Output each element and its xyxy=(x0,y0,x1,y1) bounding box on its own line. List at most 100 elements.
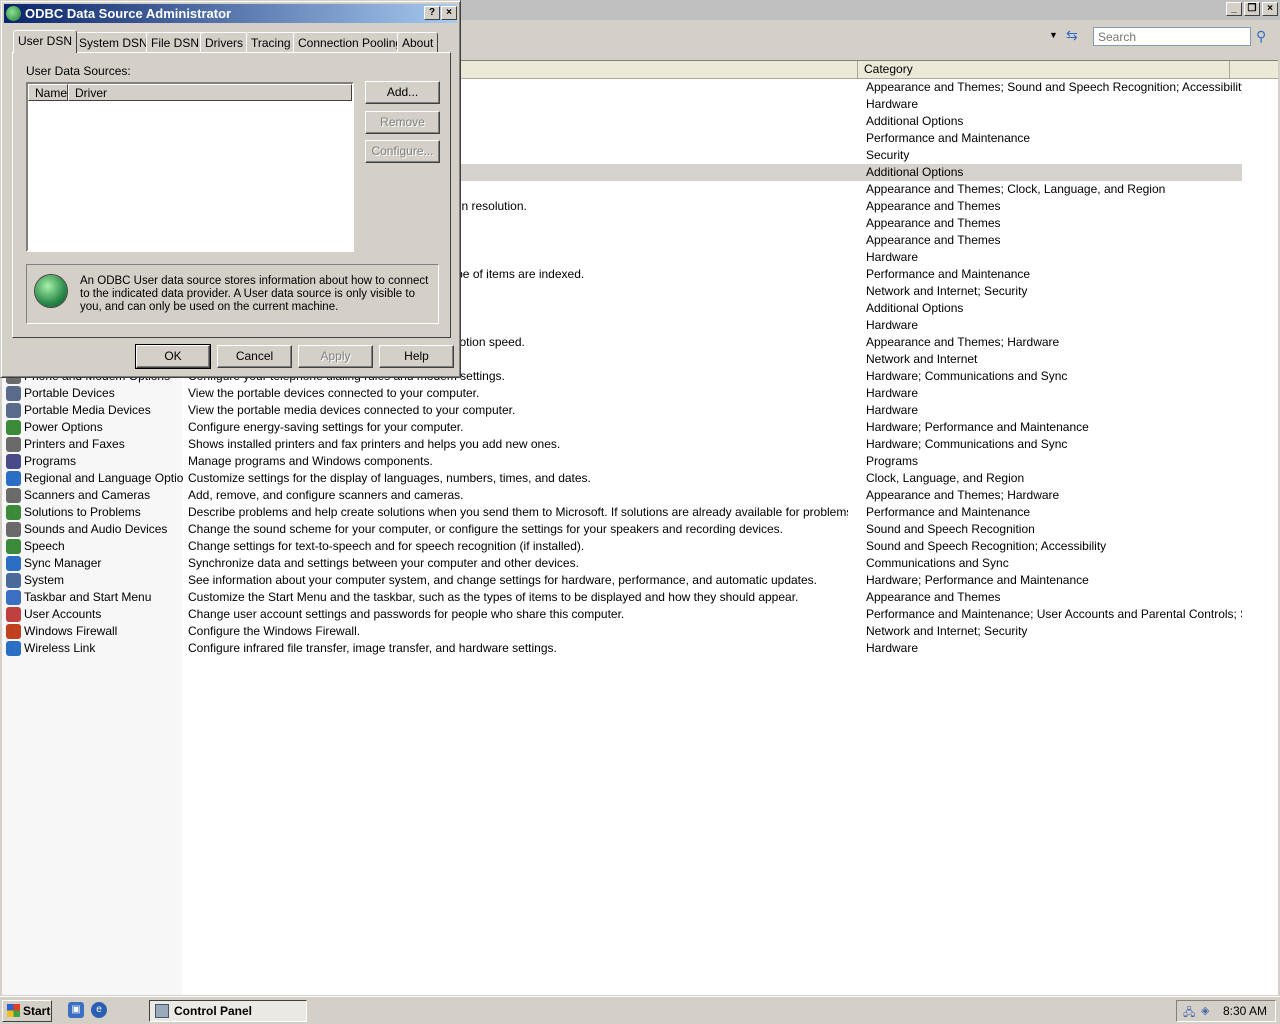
configure-button[interactable]: Configure... xyxy=(365,140,440,163)
odbc-globe-icon xyxy=(6,6,21,21)
help-button[interactable]: Help xyxy=(379,345,454,368)
ok-button[interactable]: OK xyxy=(135,344,211,369)
row-description: Synchronize data and settings between yo… xyxy=(188,556,579,570)
row-category: Hardware xyxy=(866,641,919,655)
row-name: Programs xyxy=(24,454,77,468)
row-name: Windows Firewall xyxy=(24,624,118,638)
speaker-icon xyxy=(6,522,21,537)
table-row[interactable]: Solutions to Problems Describe problems a… xyxy=(2,504,1242,521)
solutions-icon xyxy=(6,505,21,520)
row-category: Hardware; Performance and Maintenance xyxy=(866,573,1089,587)
search-icon[interactable]: ⚲ xyxy=(1256,28,1274,46)
row-category: Additional Options xyxy=(866,165,964,179)
row-category: Additional Options xyxy=(866,114,964,128)
info-group: An ODBC User data source stores informat… xyxy=(26,264,439,324)
table-row[interactable]: User Accounts Change user account setting… xyxy=(2,606,1242,623)
remove-button[interactable]: Remove xyxy=(365,111,440,134)
row-name: Wireless Link xyxy=(24,641,96,655)
row-description: Change user account settings and passwor… xyxy=(188,607,625,621)
tab-user-dsn[interactable]: User DSN xyxy=(13,30,78,53)
show-desktop-icon[interactable]: ▣ xyxy=(68,1002,84,1018)
portable-device-icon xyxy=(6,386,21,401)
row-category: Sound and Speech Recognition xyxy=(866,522,1035,536)
security-tray-icon[interactable]: ◈ xyxy=(1201,1004,1216,1018)
row-category: Hardware xyxy=(866,97,919,111)
row-description: Manage programs and Windows components. xyxy=(188,454,433,468)
table-row[interactable]: Sounds and Audio Devices Change the sound… xyxy=(2,521,1242,538)
tab-system-dsn[interactable]: System DSN xyxy=(74,32,153,52)
search-input[interactable] xyxy=(1093,27,1251,46)
close-icon[interactable]: × xyxy=(1262,2,1278,16)
taskbar-item-control-panel[interactable]: Control Panel xyxy=(149,1000,307,1022)
table-row[interactable]: Programs Manage programs and Windows comp… xyxy=(2,453,1242,470)
users-icon xyxy=(6,607,21,622)
internet-explorer-icon[interactable]: e xyxy=(91,1002,107,1018)
column-header-driver[interactable]: Driver xyxy=(68,84,352,101)
system-tray: 🖧 ◈ 8:30 AM xyxy=(1176,1000,1276,1022)
row-category: Appearance and Themes xyxy=(866,233,1001,247)
apply-button[interactable]: Apply xyxy=(298,345,373,368)
taskbar: Start ▣ e Control Panel 🖧 ◈ 8:30 AM xyxy=(0,996,1280,1024)
row-description: View the portable devices connected to y… xyxy=(188,386,480,400)
row-description: View the portable media devices connecte… xyxy=(188,403,516,417)
windows-logo-icon xyxy=(7,1004,20,1017)
tab-file-dsn[interactable]: File DSN xyxy=(146,32,205,52)
sync-icon xyxy=(6,556,21,571)
table-row[interactable]: Taskbar and Start Menu Customize the Star… xyxy=(2,589,1242,606)
row-category: Performance and Maintenance xyxy=(866,505,1031,519)
chevron-down-icon[interactable]: ▼ xyxy=(1049,30,1058,40)
tab-tracing[interactable]: Tracing xyxy=(246,32,296,52)
tab-drivers[interactable]: Drivers xyxy=(200,32,248,52)
row-category: Hardware; Communications and Sync xyxy=(866,437,1068,451)
row-category: Performance and Maintenance; User Accoun… xyxy=(866,607,1242,621)
system-icon xyxy=(6,573,21,588)
network-tray-icon[interactable]: 🖧 xyxy=(1183,1004,1198,1019)
speech-icon xyxy=(6,539,21,554)
table-row[interactable]: Regional and Language Options Customize s… xyxy=(2,470,1242,487)
row-category: Appearance and Themes xyxy=(866,590,1001,604)
help-icon[interactable]: ? xyxy=(424,6,440,20)
row-category: Additional Options xyxy=(866,301,964,315)
table-row[interactable]: Portable Media Devices View the portable … xyxy=(2,402,1242,419)
row-description: Configure energy-saving settings for you… xyxy=(188,420,464,434)
row-description: Customize the Start Menu and the taskbar… xyxy=(188,590,799,604)
row-description: See information about your computer syst… xyxy=(188,573,818,587)
start-label: Start xyxy=(23,1004,51,1018)
row-category: Security xyxy=(866,148,910,162)
user-data-sources-list[interactable]: Name Driver xyxy=(26,82,354,252)
table-row[interactable]: Windows Firewall Configure the Windows Fi… xyxy=(2,623,1242,640)
table-row[interactable]: Scanners and Cameras Add, remove, and con… xyxy=(2,487,1242,504)
row-category: Programs xyxy=(866,454,919,468)
start-button[interactable]: Start xyxy=(2,1000,52,1022)
tab-connection-pooling[interactable]: Connection Pooling xyxy=(293,32,408,52)
table-row[interactable]: System See information about your compute… xyxy=(2,572,1242,589)
table-row[interactable]: Sync Manager Synchronize data and setting… xyxy=(2,555,1242,572)
row-category: Network and Internet; Security xyxy=(866,284,1028,298)
table-row[interactable]: Portable Devices View the portable device… xyxy=(2,385,1242,402)
row-category: Hardware; Communications and Sync xyxy=(866,369,1068,383)
table-row[interactable]: Speech Change settings for text-to-speech… xyxy=(2,538,1242,555)
refresh-icon[interactable]: ⇆ xyxy=(1066,27,1078,44)
row-category: Hardware xyxy=(866,250,919,264)
row-category: Hardware; Performance and Maintenance xyxy=(866,420,1089,434)
taskbar-icon xyxy=(6,590,21,605)
row-description: Configure the Windows Firewall. xyxy=(188,624,361,638)
table-row[interactable]: Printers and Faxes Shows installed printe… xyxy=(2,436,1242,453)
close-icon[interactable]: × xyxy=(441,6,457,20)
clock[interactable]: 8:30 AM xyxy=(1223,1004,1267,1018)
cancel-button[interactable]: Cancel xyxy=(217,345,292,368)
dialog-titlebar[interactable]: ODBC Data Source Administrator ? × xyxy=(4,4,457,23)
row-name: System xyxy=(24,573,65,587)
table-row[interactable]: Power Options Configure energy-saving set… xyxy=(2,419,1242,436)
row-category: Appearance and Themes xyxy=(866,199,1001,213)
column-header-name[interactable]: Name xyxy=(28,84,68,101)
control-panel-icon xyxy=(155,1004,169,1018)
minimize-icon[interactable]: _ xyxy=(1226,2,1242,16)
tab-about[interactable]: About xyxy=(397,32,439,52)
column-header-category[interactable]: Category xyxy=(858,61,1230,78)
add-button[interactable]: Add... xyxy=(365,81,440,104)
table-row[interactable]: Wireless Link Configure infrared file tra… xyxy=(2,640,1242,657)
restore-icon[interactable]: ❐ xyxy=(1244,2,1260,16)
row-description: Customize settings for the display of la… xyxy=(188,471,591,485)
row-name: Printers and Faxes xyxy=(24,437,125,451)
